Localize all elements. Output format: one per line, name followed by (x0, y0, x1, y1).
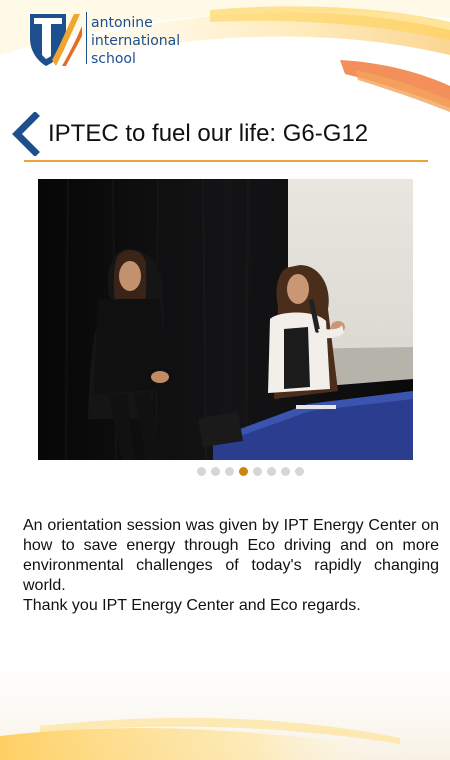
carousel-dot[interactable] (295, 467, 304, 476)
logo-divider (86, 12, 87, 64)
school-name: antonine international school (91, 14, 180, 68)
carousel-dot[interactable] (267, 467, 276, 476)
school-name-line1: antonine (91, 15, 153, 31)
carousel-dot[interactable] (281, 467, 290, 476)
event-photo-illustration (38, 179, 413, 460)
title-underline (24, 160, 428, 162)
back-button[interactable] (8, 112, 42, 156)
school-name-line2: international (91, 33, 181, 49)
carousel-pagination (197, 467, 304, 476)
chevron-left-icon (12, 112, 40, 156)
article-paragraph: An orientation session was given by IPT … (23, 517, 439, 594)
school-name-line3: school (91, 51, 136, 67)
carousel-dot[interactable] (253, 467, 262, 476)
app-header: antonine international school (0, 0, 450, 90)
article-body: An orientation session was given by IPT … (23, 516, 439, 616)
article-thanks: Thank you IPT Energy Center and Eco rega… (23, 597, 361, 614)
carousel-dot[interactable] (225, 467, 234, 476)
carousel-dot[interactable] (239, 467, 248, 476)
page-title: IPTEC to fuel our life: G6-G12 (48, 120, 369, 147)
school-logo-icon (30, 14, 82, 66)
title-bar: IPTEC to fuel our life: G6-G12 (0, 108, 450, 160)
carousel-dot[interactable] (211, 467, 220, 476)
carousel-dot[interactable] (197, 467, 206, 476)
event-photo[interactable] (38, 179, 413, 460)
